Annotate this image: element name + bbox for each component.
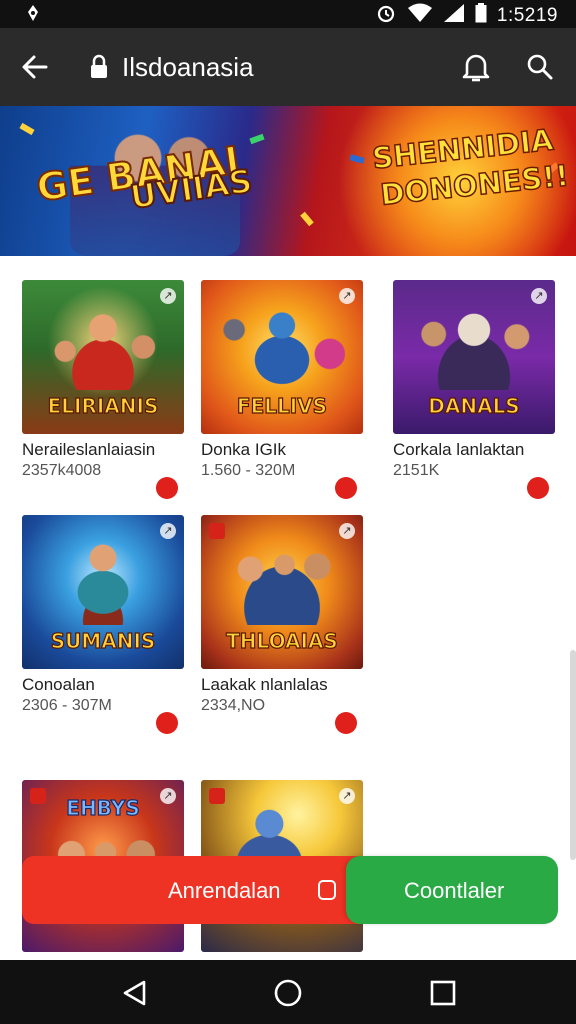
hot-badge-icon [156,712,178,734]
app-screen: 1:5219 Ilsdoanasia GE BANAI UVIIAS SHENN… [0,0,576,1024]
status-bar: 1:5219 [0,0,576,28]
secondary-action-label: Coontlaler [404,878,505,903]
status-icons: 1:5219 [375,3,558,28]
hot-badge-icon [335,477,357,499]
confetti-shard [249,133,265,145]
game-logo: EHBYS [66,796,141,820]
game-stats: 2306 - 307M [22,697,112,714]
game-thumbnail[interactable]: DANALS ↗ [393,280,555,434]
game-logo: DANALS [428,394,521,418]
new-tag-icon [209,788,225,804]
alarm-icon [375,3,397,28]
game-logo: SUMANIS [50,629,156,653]
back-arrow-icon[interactable] [18,50,52,84]
game-characters [219,539,345,625]
notification-icon [26,4,40,27]
app-toolbar: Ilsdoanasia [0,28,576,106]
new-tag-icon [30,788,46,804]
share-icon[interactable]: ↗ [160,288,176,304]
game-characters [411,304,537,390]
wifi-icon [407,3,433,28]
battery-icon [475,3,487,28]
game-title: Corkala lanlaktan [393,440,525,459]
signal-icon [443,3,465,28]
game-thumbnail[interactable]: FELLIVS ↗ [201,280,363,434]
recents-square-icon[interactable] [428,978,458,1008]
back-triangle-icon[interactable] [120,978,150,1008]
game-title: Conoalan [22,675,95,694]
hot-badge-icon [156,477,178,499]
system-nav-bar [0,960,576,1024]
home-circle-icon[interactable] [273,978,303,1008]
promo-banner[interactable] [0,106,576,256]
share-icon[interactable]: ↗ [160,523,176,539]
new-tag-icon [209,523,225,539]
game-stats: 2151K [393,462,440,479]
confetti-shard [19,122,35,136]
game-characters [219,304,345,390]
scrollbar[interactable] [570,650,576,860]
hot-badge-icon [527,477,549,499]
game-thumbnail[interactable]: SUMANIS ↗ [22,515,184,669]
page-title: Ilsdoanasia [122,52,254,82]
search-icon[interactable] [524,50,556,84]
hot-badge-icon [335,712,357,734]
confetti-shard [300,211,314,227]
game-characters [40,304,166,390]
game-characters [40,539,166,625]
game-stats: 2334,NO [201,697,266,714]
game-logo: FELLIVS [236,394,328,418]
game-thumbnail[interactable]: THLOAIAS ↗ [201,515,363,669]
game-thumbnail[interactable]: ELIRIANIS ↗ [22,280,184,434]
banner-characters [70,116,240,256]
status-time: 1:5219 [496,4,558,26]
game-logo: ELIRIANIS [47,394,159,418]
banner-burst [330,106,576,256]
share-icon[interactable]: ↗ [339,788,355,804]
share-icon[interactable]: ↗ [339,523,355,539]
chat-icon [318,880,336,900]
game-title: Laakak nlanlalas [201,675,328,694]
share-icon[interactable]: ↗ [339,288,355,304]
primary-action-button[interactable]: Anrendalan [22,856,374,924]
share-icon[interactable]: ↗ [531,288,547,304]
game-title: Neraileslanlaiasin [22,440,156,459]
secondary-action-button[interactable]: Coontlaler [346,856,558,924]
game-stats: 2357k4008 [22,462,102,479]
lock-icon [90,54,108,80]
game-logo: THLOAIAS [226,629,339,653]
bell-icon[interactable] [460,50,492,84]
game-stats: 1.560 - 320M [201,462,296,479]
game-title: Donka IGIk [201,440,287,459]
primary-action-label: Anrendalan [168,878,281,903]
share-icon[interactable]: ↗ [160,788,176,804]
